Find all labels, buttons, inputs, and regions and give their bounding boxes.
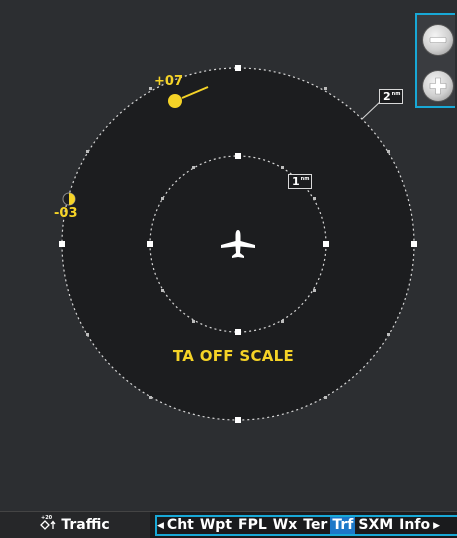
- zoom-controls: [415, 13, 455, 108]
- page-title-label: Traffic: [61, 517, 110, 533]
- traffic-altitude-label-1: +07: [154, 74, 183, 89]
- inner-ring-tick-south: [235, 329, 241, 335]
- inner-ring-tick-north: [235, 153, 241, 159]
- tab-wx[interactable]: Wx: [270, 517, 300, 534]
- tab-wpt[interactable]: Wpt: [197, 517, 235, 534]
- traffic-icon: +20: [40, 514, 56, 536]
- outer-range-label: 2nm: [379, 89, 404, 104]
- outer-ring-tick-east: [411, 241, 417, 247]
- outer-ring-tick-south: [235, 417, 241, 423]
- inner-ring-tick-east: [323, 241, 329, 247]
- page-title: +20 Traffic: [0, 512, 150, 538]
- traffic-altitude-label-2: -03: [54, 206, 78, 221]
- plus-icon: [429, 77, 447, 95]
- tab-sxm[interactable]: SXM: [355, 517, 396, 534]
- outer-ring-tick-west: [59, 241, 65, 247]
- tab-trf[interactable]: Trf: [330, 517, 356, 534]
- bottom-bar: +20 Traffic ◀ Cht Wpt FPL Wx Ter Trf SXM…: [0, 511, 457, 538]
- tabs-left-arrow-icon[interactable]: ◀: [157, 521, 164, 531]
- traffic-display: 2nm 1nm +07 -03 TA OFF SCALE +20 Traffic…: [0, 0, 457, 538]
- traffic-map: [59, 65, 417, 423]
- tabs-right-arrow-icon[interactable]: ▶: [433, 521, 440, 531]
- tab-info[interactable]: Info: [396, 517, 433, 534]
- traffic-target-2: [62, 192, 76, 206]
- zoom-in-button[interactable]: [423, 71, 453, 101]
- inner-ring-tick-west: [147, 241, 153, 247]
- ta-off-scale-message: TA OFF SCALE: [172, 347, 295, 365]
- tab-fpl[interactable]: FPL: [235, 517, 270, 534]
- tab-cht[interactable]: Cht: [164, 517, 197, 534]
- svg-text:+20: +20: [41, 515, 53, 521]
- inner-range-label: 1nm: [288, 174, 313, 189]
- minus-icon: [429, 37, 447, 43]
- zoom-out-button[interactable]: [423, 25, 453, 55]
- outer-ring-tick-north: [235, 65, 241, 71]
- tab-ter[interactable]: Ter: [300, 517, 330, 534]
- page-tabs: ◀ Cht Wpt FPL Wx Ter Trf SXM Info ▶: [155, 515, 457, 536]
